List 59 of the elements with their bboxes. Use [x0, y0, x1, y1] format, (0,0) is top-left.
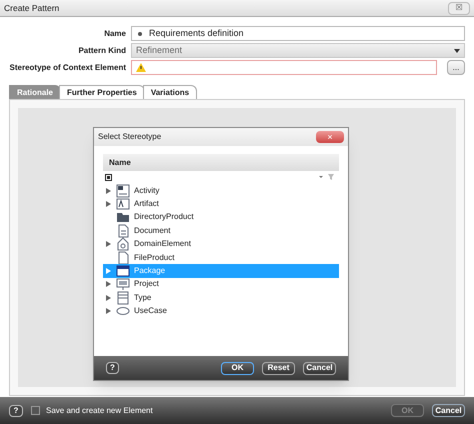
item-label: DomainElement [134, 238, 191, 250]
help-button[interactable]: ? [106, 362, 119, 374]
select-all-icon[interactable] [105, 174, 112, 181]
monitor-icon [116, 277, 130, 292]
item-label: Package [134, 265, 166, 278]
stereotype-field[interactable] [131, 60, 437, 75]
expand-arrow-icon[interactable] [106, 201, 111, 208]
tree-item[interactable]: Project [103, 278, 339, 292]
item-label: Activity [134, 184, 160, 197]
name-field[interactable]: Requirements definition [131, 26, 465, 41]
field-label: Name [103, 28, 126, 40]
filter-icon[interactable] [319, 174, 337, 181]
dropdown-caret-icon [454, 48, 460, 52]
checkbox[interactable] [31, 406, 40, 415]
table-icon [116, 290, 130, 305]
tree-item[interactable]: FileProduct [103, 250, 339, 264]
house-icon [116, 237, 130, 252]
dialog-button[interactable]: Cancel [303, 362, 336, 374]
dialog-button[interactable]: Cancel [432, 404, 465, 417]
checkbox-label: Save and create new Element [46, 404, 153, 416]
item-label: Type [134, 292, 152, 304]
item-label: Artifact [134, 198, 159, 210]
item-label: Project [134, 278, 159, 290]
close-button[interactable]: ☒ [448, 2, 470, 14]
tree-item[interactable]: Document [103, 224, 339, 238]
tab[interactable]: Variations [142, 85, 198, 99]
folder-icon [116, 210, 130, 224]
item-label: UseCase [134, 305, 167, 318]
dialog-button[interactable]: Reset [262, 362, 295, 374]
item-label: Document [134, 224, 170, 237]
tree-item[interactable]: DomainElement [103, 238, 339, 251]
diagram-icon [116, 184, 130, 198]
warning-icon [136, 63, 146, 72]
tab[interactable]: Further Properties [59, 85, 145, 99]
window-title: Create Pattern [4, 2, 60, 14]
tree-item[interactable]: DirectoryProduct [103, 210, 339, 224]
package-icon [116, 264, 130, 278]
column-header[interactable]: Name [103, 154, 339, 171]
dialog-button[interactable]: OK [221, 362, 254, 374]
name-value: Requirements definition [149, 26, 244, 40]
file-icon [116, 250, 130, 265]
pattern-kind-dropdown[interactable]: Refinement [131, 43, 465, 58]
field-label: Pattern Kind [77, 44, 126, 56]
dialog-title: Select Stereotype [98, 131, 162, 143]
help-button[interactable]: ? [9, 404, 23, 416]
tree-item[interactable]: Type [103, 291, 339, 305]
field-label: Stereotype of Context Element [8, 62, 126, 74]
expand-arrow-icon[interactable] [106, 241, 111, 248]
tree-item[interactable]: Activity [103, 184, 339, 198]
expand-arrow-icon[interactable] [106, 281, 111, 288]
document-icon [116, 224, 130, 238]
expand-arrow-icon[interactable] [106, 308, 111, 314]
expand-arrow-icon[interactable] [106, 294, 111, 301]
tree-item[interactable]: UseCase [103, 304, 339, 318]
expand-arrow-icon[interactable] [106, 188, 111, 194]
tree-item[interactable]: Artifact [103, 197, 339, 211]
item-label: DirectoryProduct [134, 211, 194, 224]
browse-button[interactable]: ... [447, 60, 465, 75]
item-label: FileProduct [134, 252, 174, 264]
